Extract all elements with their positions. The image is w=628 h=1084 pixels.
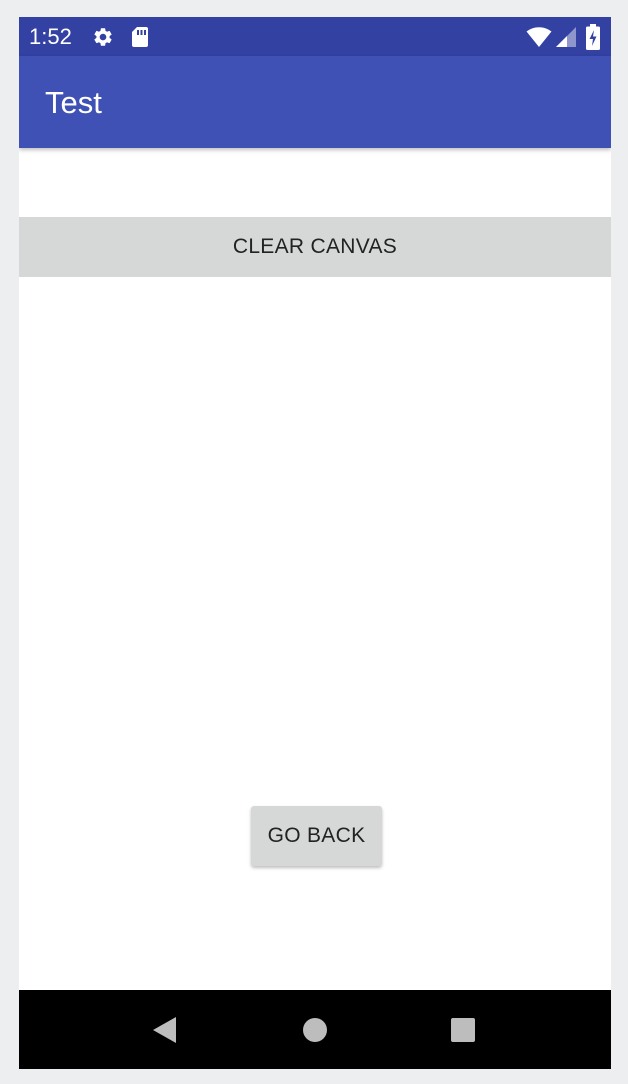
recents-icon: [451, 1017, 475, 1042]
home-icon: [303, 1017, 327, 1042]
nav-home-button[interactable]: [275, 990, 355, 1069]
nav-recents-button[interactable]: [423, 990, 503, 1069]
status-bar: 1:52: [19, 17, 611, 56]
battery-charging-icon: [586, 24, 600, 50]
navigation-bar: [19, 990, 611, 1069]
back-icon: [153, 1016, 176, 1043]
cell-signal-icon: [556, 27, 576, 47]
sd-card-icon: [132, 27, 148, 47]
nav-back-button[interactable]: [125, 990, 205, 1069]
wifi-icon: [526, 27, 552, 47]
app-bar: Test: [19, 56, 611, 148]
device-screen: 1:52 Test CLEAR CANVAS GO BACK: [19, 17, 611, 1069]
drawing-canvas[interactable]: [19, 277, 611, 990]
app-title: Test: [45, 85, 102, 120]
clear-canvas-button[interactable]: CLEAR CANVAS: [19, 217, 611, 277]
go-back-button[interactable]: GO BACK: [251, 806, 382, 866]
settings-icon: [94, 28, 112, 46]
status-time: 1:52: [29, 24, 72, 49]
